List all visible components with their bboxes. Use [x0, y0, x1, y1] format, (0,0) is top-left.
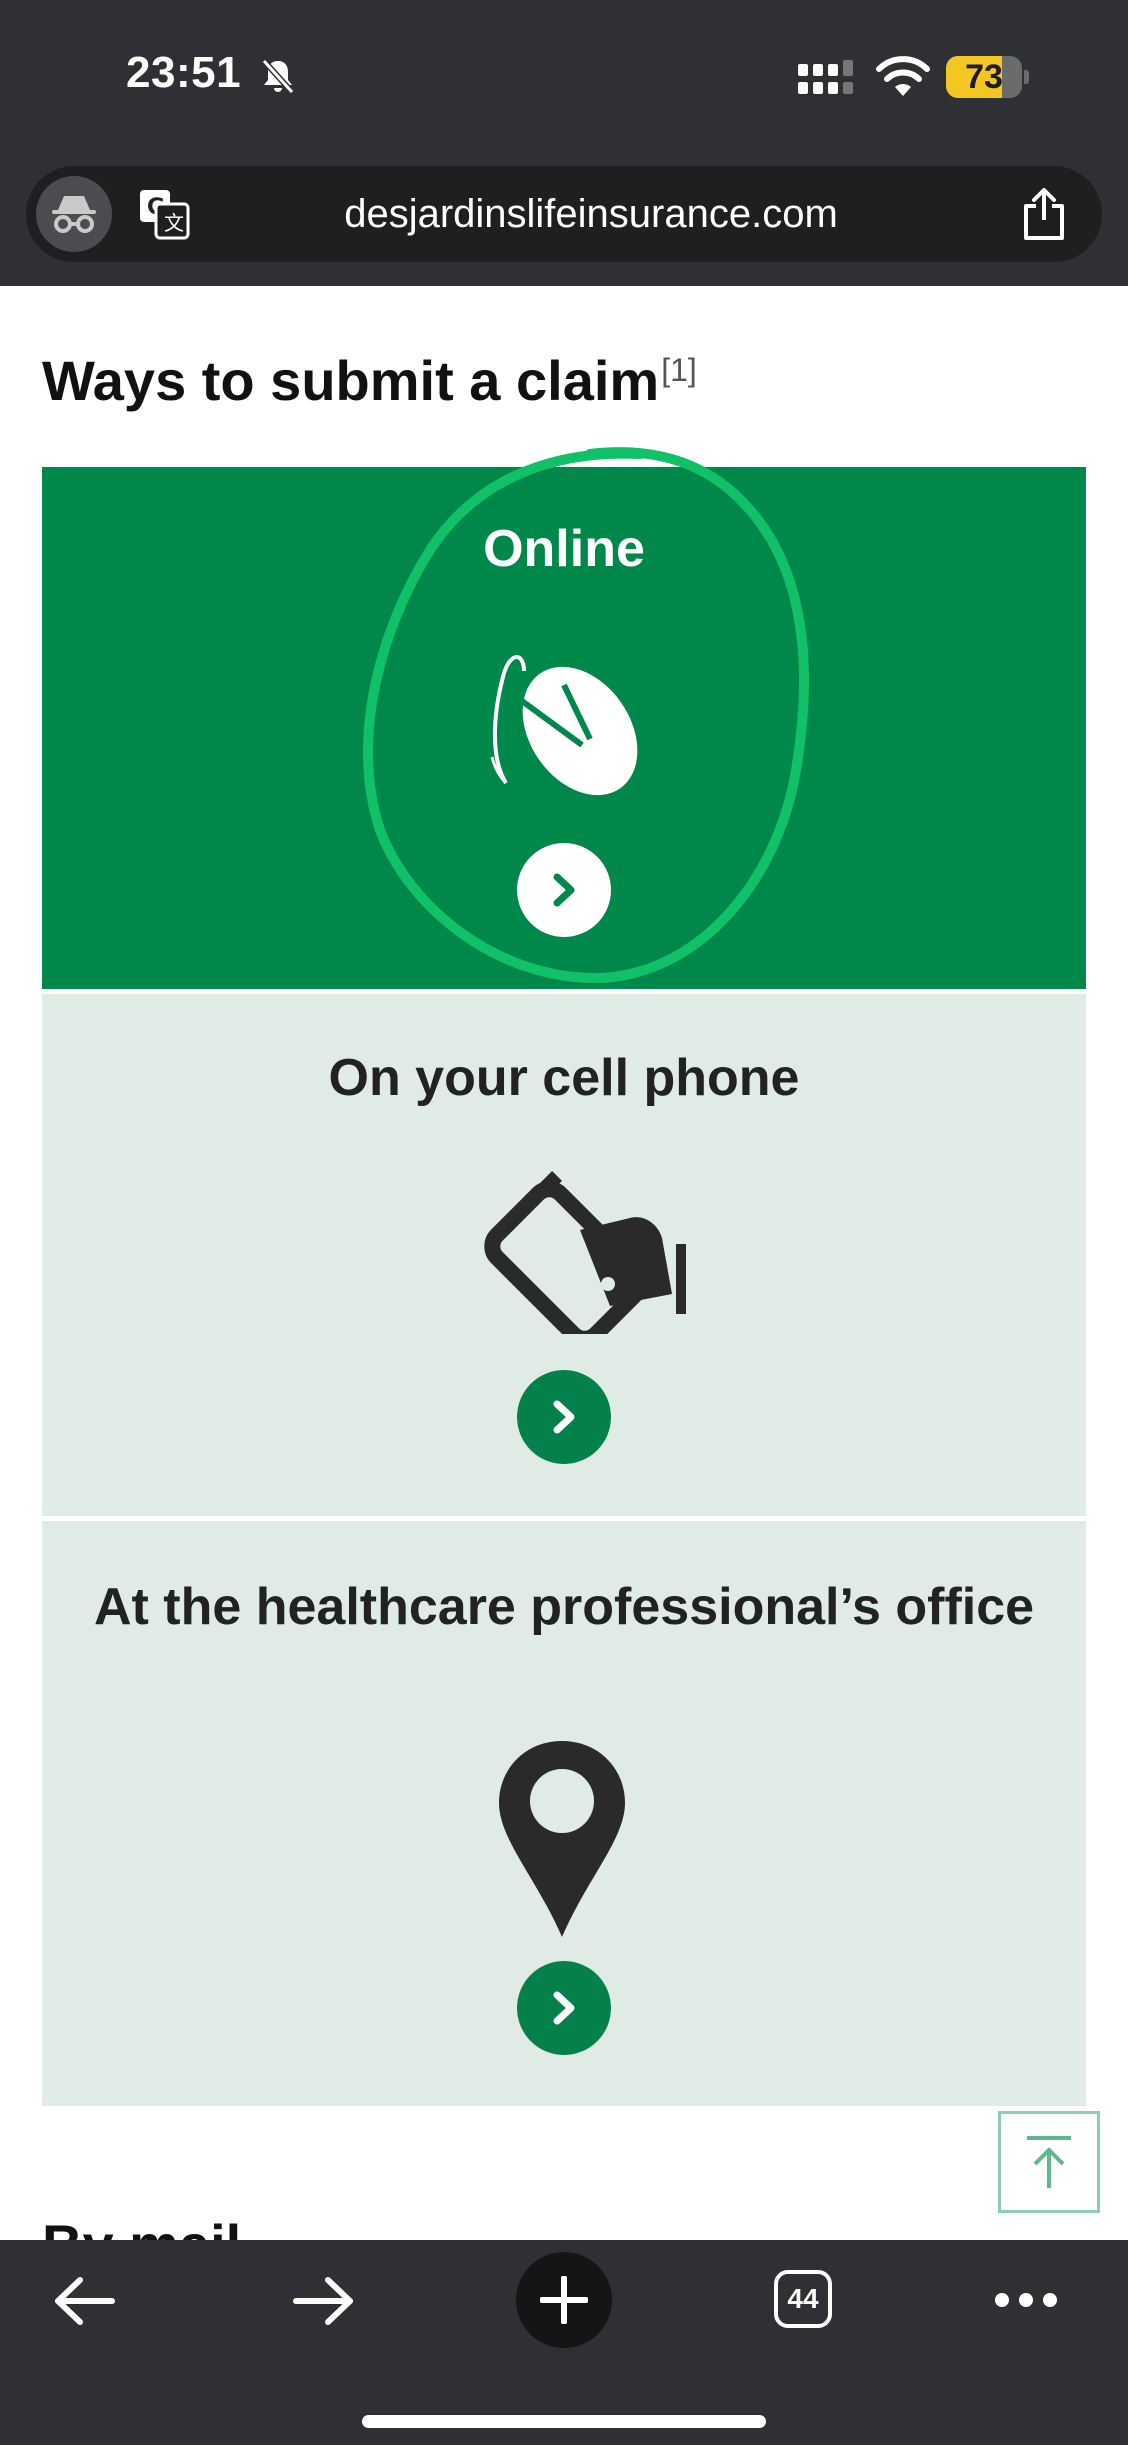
svg-text:文: 文: [164, 211, 184, 235]
home-indicator[interactable]: [362, 2415, 766, 2428]
tab-switcher-button[interactable]: 44: [774, 2270, 832, 2328]
back-to-top-button[interactable]: [998, 2111, 1100, 2213]
card-cell-phone-title: On your cell phone: [328, 1049, 800, 1107]
wifi-icon: [876, 56, 930, 96]
chevron-right-icon: [553, 1991, 575, 2025]
card-healthcare-office-title: At the healthcare professional’s office: [93, 1578, 1035, 1636]
back-arrow-icon[interactable]: [52, 2274, 116, 2328]
address-bar[interactable]: G 文 desjardinslifeinsurance.com: [26, 166, 1102, 262]
share-icon[interactable]: [1016, 186, 1072, 242]
battery-level: 73: [965, 58, 1003, 96]
more-options-icon[interactable]: [994, 2290, 1058, 2310]
card-healthcare-office[interactable]: At the healthcare professional’s office: [42, 1521, 1086, 2106]
map-pin-icon: [499, 1741, 625, 1937]
bell-muted-icon: [261, 58, 295, 95]
browser-bottom-toolbar: 44: [0, 2240, 1128, 2445]
card-cell-phone-arrow-button[interactable]: [517, 1370, 611, 1464]
browser-toolbar: G 文 desjardinslifeinsurance.com: [0, 150, 1128, 286]
plus-icon: [540, 2276, 588, 2324]
status-bar: 23:51 73: [0, 0, 1128, 150]
card-cell-phone[interactable]: On your cell phone: [42, 994, 1086, 1516]
circle-annotation: [363, 447, 809, 984]
cell-signal-icon: [798, 60, 853, 94]
forward-arrow-icon[interactable]: [292, 2274, 356, 2328]
page-heading: Ways to submit a claim[1]: [42, 348, 697, 413]
chevron-right-icon: [553, 1400, 575, 1434]
incognito-icon[interactable]: [36, 176, 112, 252]
url-text[interactable]: desjardinslifeinsurance.com: [226, 166, 956, 262]
heading-text: Ways to submit a claim: [42, 349, 660, 412]
clock: 23:51: [126, 48, 242, 97]
battery-indicator: 73: [946, 56, 1029, 98]
mobile-phone-icon: [484, 1170, 686, 1334]
arrow-up-icon: [1027, 2136, 1071, 2188]
footnote-ref[interactable]: [1]: [661, 352, 697, 388]
card-healthcare-office-arrow-button[interactable]: [517, 1961, 611, 2055]
translate-icon[interactable]: G 文: [138, 188, 190, 240]
next-section-heading: By mail: [42, 2212, 241, 2240]
new-tab-button[interactable]: [516, 2252, 612, 2348]
